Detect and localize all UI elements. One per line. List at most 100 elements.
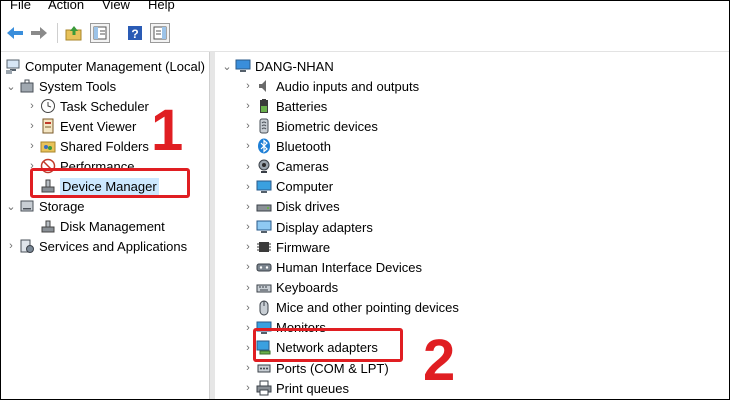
- chevron-down-icon[interactable]: ⌄: [5, 200, 17, 213]
- device-category-firmware[interactable]: › Firmware: [242, 237, 330, 257]
- chevron-right-icon[interactable]: ›: [242, 221, 254, 233]
- tree-item-disk-management[interactable]: Disk Management: [26, 216, 165, 236]
- device-tree-root-label: DANG-NHAN: [255, 58, 334, 74]
- tree-item-label: Shared Folders: [60, 138, 149, 154]
- chevron-right-icon[interactable]: ›: [242, 80, 254, 92]
- tree-item-storage[interactable]: ⌄ Storage: [5, 196, 85, 216]
- toolbox-icon: [19, 78, 35, 94]
- tree-item-task-scheduler[interactable]: › Task Scheduler: [26, 96, 149, 116]
- device-category-biometric-devices[interactable]: › Biometric devices: [242, 116, 378, 136]
- device-category-disk-drives[interactable]: › Disk drives: [242, 197, 340, 217]
- chevron-down-icon[interactable]: ⌄: [221, 60, 233, 73]
- printer-icon: [256, 380, 272, 396]
- device-category-label: Batteries: [276, 98, 328, 114]
- camera-icon: [256, 159, 272, 175]
- tree-item-services-and-applications[interactable]: › Services and Applications: [5, 236, 187, 256]
- battery-icon: [256, 98, 272, 114]
- chevron-right-icon[interactable]: ›: [242, 382, 254, 394]
- device-category-audio-inputs-and-outputs[interactable]: › Audio inputs and outputs: [242, 76, 419, 96]
- chevron-right-icon[interactable]: ›: [242, 362, 254, 374]
- up-folder-icon[interactable]: [64, 23, 84, 43]
- device-category-label: Cameras: [276, 159, 329, 175]
- step-number-2: 2: [423, 328, 456, 393]
- chevron-right-icon[interactable]: ›: [5, 240, 17, 252]
- tree-root[interactable]: Computer Management (Local): [3, 56, 205, 76]
- tree-item-system-tools[interactable]: ⌄ System Tools: [5, 76, 116, 96]
- display-adapter-icon: [256, 219, 272, 235]
- device-category-mice-and-other-pointing-devices[interactable]: › Mice and other pointing devices: [242, 298, 459, 318]
- chevron-right-icon[interactable]: ›: [26, 140, 38, 152]
- chevron-right-icon[interactable]: ›: [242, 140, 254, 152]
- back-arrow-icon[interactable]: [5, 23, 25, 43]
- chevron-right-icon[interactable]: ›: [242, 282, 254, 294]
- chevron-right-icon[interactable]: ›: [242, 181, 254, 193]
- svg-text:?: ?: [131, 27, 138, 41]
- chevron-down-icon[interactable]: ⌄: [5, 80, 17, 93]
- device-category-print-queues[interactable]: › Print queues: [242, 378, 349, 398]
- device-category-label: Mice and other pointing devices: [276, 300, 459, 316]
- chevron-right-icon[interactable]: ›: [242, 261, 254, 273]
- computer-management-icon: [5, 58, 21, 74]
- device-category-label: Biometric devices: [276, 118, 378, 134]
- console-tree: Computer Management (Local) ⌄ System Too…: [1, 52, 209, 399]
- tree-item-label: Storage: [39, 198, 85, 214]
- highlight-box-device-manager: [30, 168, 190, 198]
- tree-item-event-viewer[interactable]: › Event Viewer: [26, 116, 136, 136]
- device-category-label: Disk drives: [276, 199, 340, 215]
- device-category-human-interface-devices[interactable]: › Human Interface Devices: [242, 257, 422, 277]
- keyboard-icon: [256, 280, 272, 296]
- device-category-label: Keyboards: [276, 280, 339, 295]
- device-category-label: Bluetooth: [276, 138, 331, 154]
- help-icon[interactable]: ?: [125, 23, 145, 43]
- speaker-icon: [256, 78, 272, 94]
- device-category-label: Print queues: [276, 380, 349, 396]
- forward-arrow-icon[interactable]: [29, 23, 49, 43]
- menu-view[interactable]: View: [102, 1, 130, 12]
- disk-management-icon: [40, 218, 56, 234]
- computer-icon: [256, 179, 272, 195]
- chevron-right-icon[interactable]: ›: [26, 120, 38, 132]
- chevron-right-icon[interactable]: ›: [242, 241, 254, 253]
- step-number-1: 1: [151, 98, 184, 163]
- device-tree-root[interactable]: ⌄ DANG-NHAN: [221, 56, 334, 76]
- chevron-right-icon[interactable]: ›: [26, 100, 38, 112]
- device-category-bluetooth[interactable]: › Bluetooth: [242, 136, 331, 156]
- computer-icon: [235, 58, 251, 74]
- storage-icon: [19, 198, 35, 214]
- menu-action[interactable]: Action: [48, 1, 84, 12]
- toolbar: ?: [1, 15, 729, 52]
- chip-icon: [256, 239, 272, 255]
- shared-folder-icon: [40, 138, 56, 154]
- hid-icon: [256, 259, 272, 275]
- device-category-computer[interactable]: › Computer: [242, 177, 333, 197]
- chevron-right-icon[interactable]: ›: [242, 120, 254, 132]
- tree-item-shared-folders[interactable]: › Shared Folders: [26, 136, 149, 156]
- tree-item-label: Services and Applications: [39, 238, 188, 254]
- chevron-right-icon[interactable]: ›: [242, 100, 254, 112]
- mouse-icon: [256, 300, 272, 316]
- device-category-label: Display adapters: [276, 219, 373, 235]
- toolbar-separator: [57, 23, 58, 43]
- clock-icon: [40, 98, 56, 114]
- device-category-keyboards[interactable]: › Keyboards: [242, 278, 338, 298]
- bluetooth-icon: [256, 138, 272, 154]
- port-icon: [256, 360, 272, 376]
- show-hide-tree-icon[interactable]: [90, 23, 110, 43]
- menu-help[interactable]: Help: [148, 1, 175, 12]
- chevron-right-icon[interactable]: ›: [242, 302, 254, 314]
- properties-icon[interactable]: [150, 23, 170, 43]
- computer-management-window: File Action View Help ? Computer Managem…: [0, 0, 730, 400]
- tree-root-label: Computer Management (Local): [25, 58, 205, 74]
- highlight-box-network-adapters: [253, 328, 403, 362]
- device-category-cameras[interactable]: › Cameras: [242, 157, 329, 177]
- device-category-label: Ports (COM & LPT): [276, 360, 389, 376]
- chevron-right-icon[interactable]: ›: [242, 201, 254, 213]
- menu-file[interactable]: File: [10, 1, 31, 12]
- device-category-display-adapters[interactable]: › Display adapters: [242, 217, 373, 237]
- fingerprint-icon: [256, 118, 272, 134]
- device-list-pane: ⌄ DANG-NHAN › Audio inputs and outputs › Ba…: [215, 52, 729, 399]
- device-category-batteries[interactable]: › Batteries: [242, 96, 327, 116]
- services-icon: [19, 238, 35, 254]
- chevron-right-icon[interactable]: ›: [242, 161, 254, 173]
- tree-item-label: Task Scheduler: [60, 98, 149, 114]
